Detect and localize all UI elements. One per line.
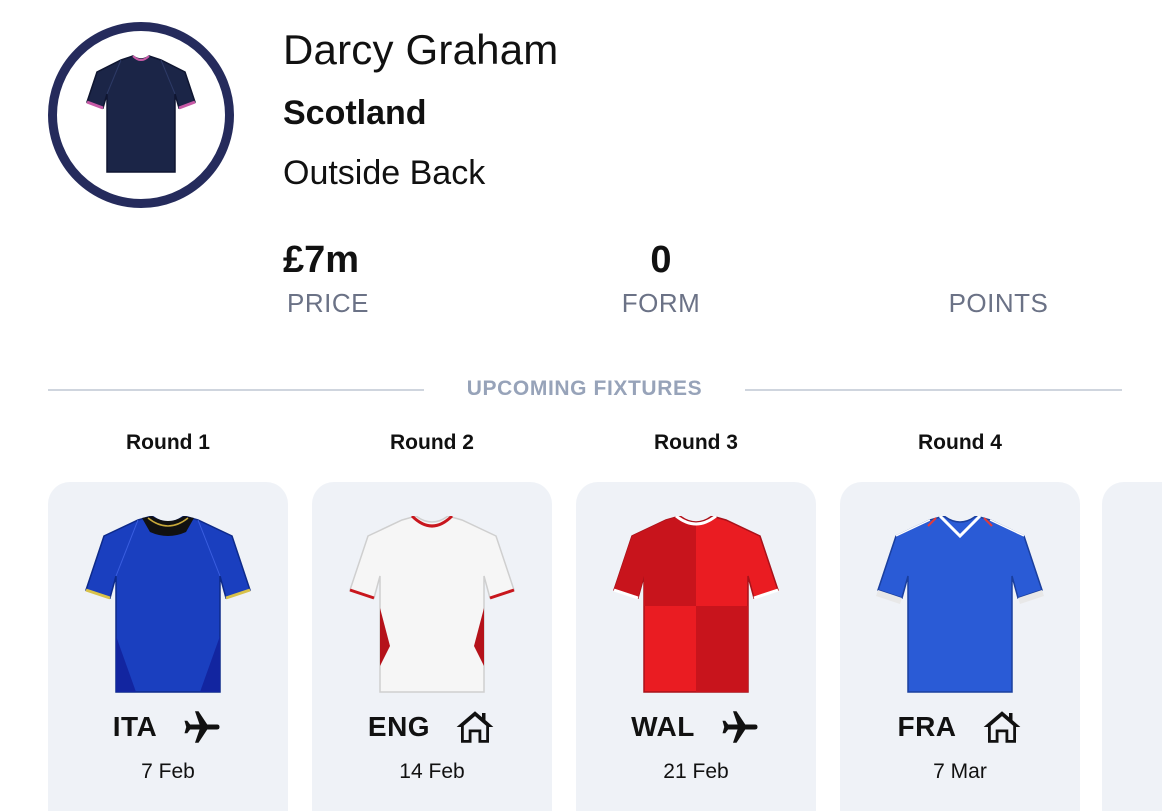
points-value <box>926 238 1071 282</box>
fixture-opponent-row: WAL <box>576 706 816 748</box>
round-label-4: Round 4 <box>918 431 1002 454</box>
fixture-card-next-partial[interactable] <box>1102 482 1162 811</box>
form-stat: 0 FORM <box>611 238 711 319</box>
fixture-opponent-row: ITA <box>48 706 288 748</box>
fixture-card-eng[interactable]: ENG 14 Feb <box>312 482 552 811</box>
fixture-opponent-row: ENG <box>312 706 552 748</box>
section-title-upcoming-fixtures: UPCOMING FIXTURES <box>466 377 703 400</box>
points-stat: POINTS <box>926 238 1071 319</box>
home-icon <box>456 711 494 743</box>
italy-jersey-icon <box>85 516 251 693</box>
airplane-icon <box>184 711 220 743</box>
divider-left <box>48 389 424 391</box>
player-jersey-icon <box>86 55 196 173</box>
france-jersey-icon <box>876 516 1044 693</box>
fixture-date: 7 Feb <box>141 760 195 783</box>
opponent-code: ITA <box>112 711 158 742</box>
price-stat: £7m PRICE <box>283 238 383 319</box>
player-avatar <box>48 22 234 208</box>
opponent-code: WAL <box>631 711 695 742</box>
price-label: PRICE <box>287 288 369 318</box>
fixture-card-wal[interactable]: WAL 21 Feb <box>576 482 816 811</box>
fixture-card-fra[interactable]: FRA 7 Mar <box>840 482 1080 811</box>
round-label-3: Round 3 <box>654 431 738 454</box>
points-label: POINTS <box>948 288 1049 318</box>
player-team: Scotland <box>283 94 427 132</box>
fixture-opponent-row: FRA <box>840 706 1080 748</box>
england-jersey-icon <box>349 516 515 693</box>
wales-jersey-icon <box>613 516 779 693</box>
divider-right <box>745 389 1122 391</box>
fixture-card-ita[interactable]: ITA 7 Feb <box>48 482 288 811</box>
fixture-date: 21 Feb <box>663 760 729 783</box>
airplane-icon <box>722 711 758 743</box>
fixture-date: 7 Mar <box>933 760 987 783</box>
home-icon <box>983 711 1020 743</box>
round-label-2: Round 2 <box>390 431 474 454</box>
opponent-code: ENG <box>367 711 431 742</box>
price-value: £7m <box>283 239 360 281</box>
round-label-1: Round 1 <box>126 431 210 454</box>
form-value: 0 <box>650 239 672 281</box>
player-name: Darcy Graham <box>283 26 559 73</box>
fixture-date: 14 Feb <box>399 760 465 783</box>
opponent-code: FRA <box>897 711 957 742</box>
player-position: Outside Back <box>283 154 486 192</box>
form-label: FORM <box>621 288 701 318</box>
